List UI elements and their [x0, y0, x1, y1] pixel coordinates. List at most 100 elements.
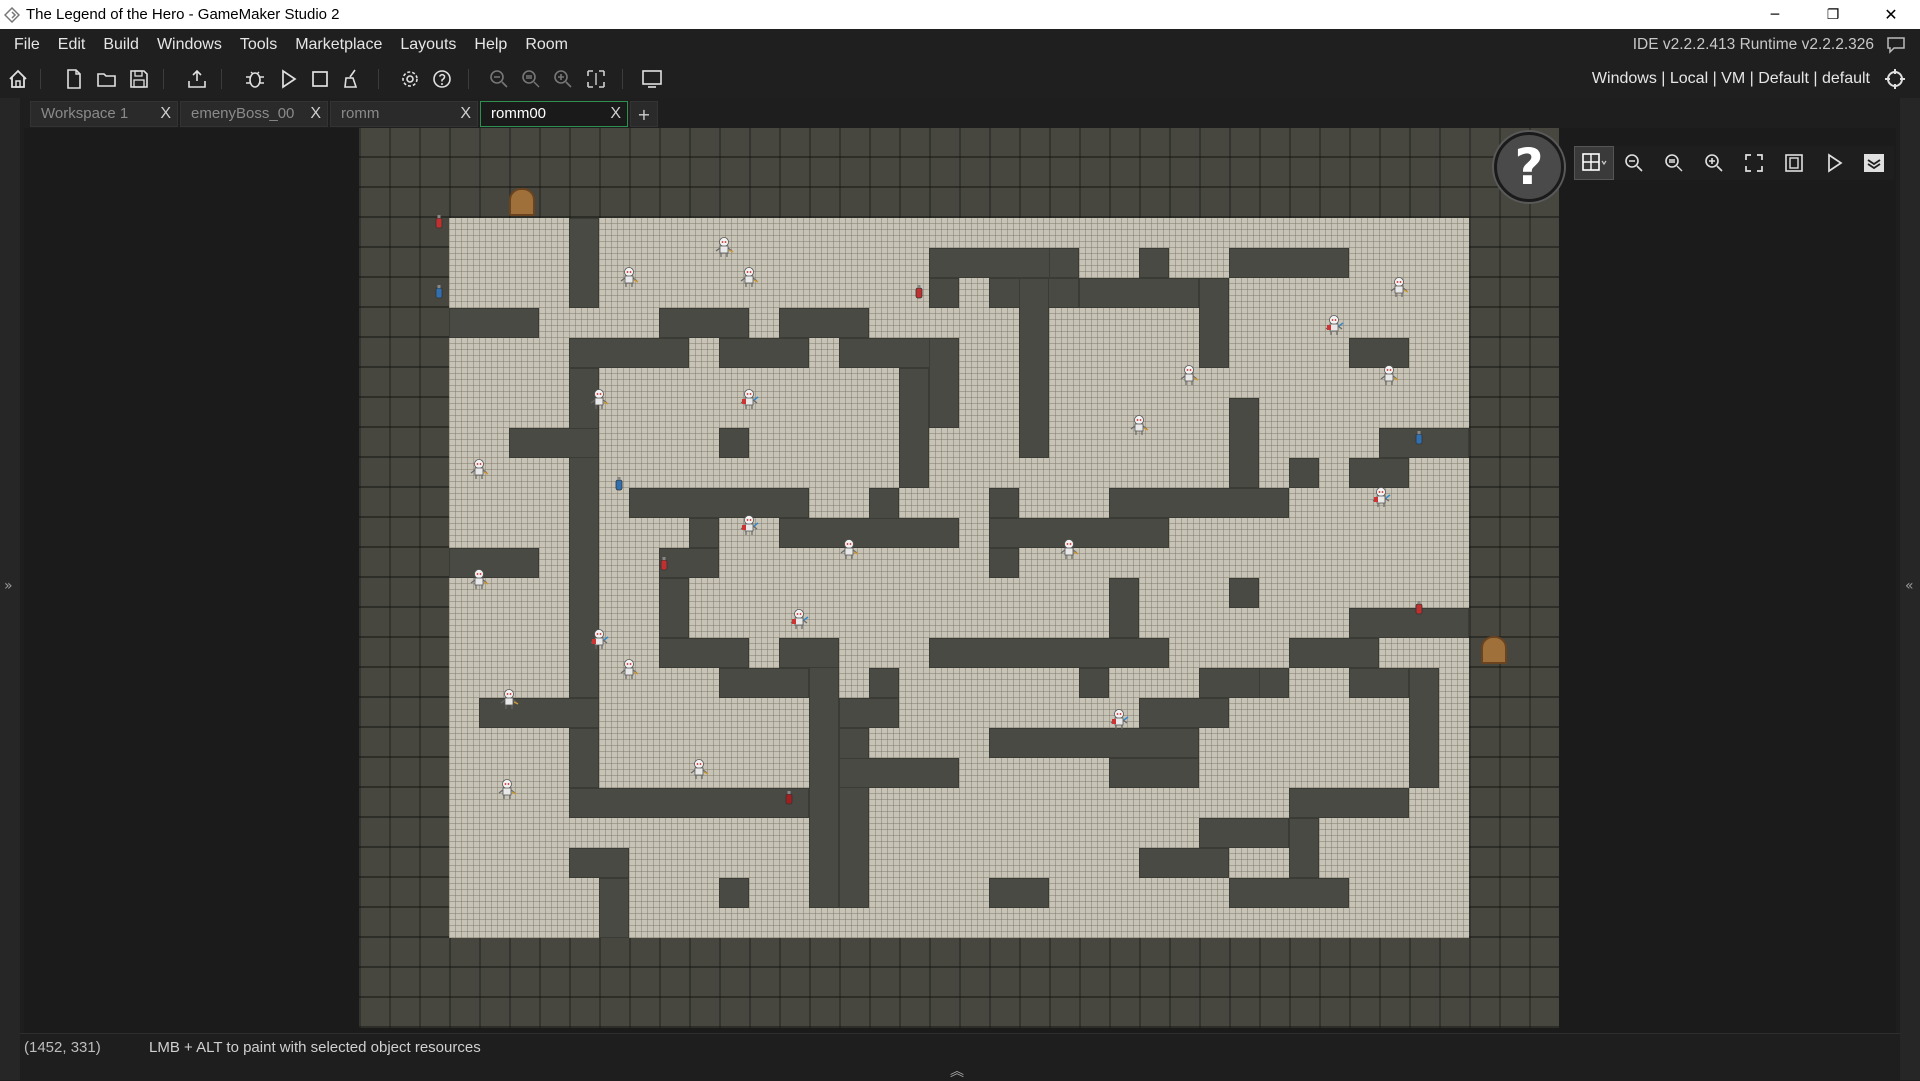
- potion-object-icon[interactable]: [1409, 598, 1429, 620]
- zoom-reset-button[interactable]: [519, 67, 543, 91]
- potion-object-icon[interactable]: [429, 282, 449, 304]
- skeleton-object-icon[interactable]: [1059, 538, 1079, 560]
- room-zoom-reset-button[interactable]: [1654, 146, 1694, 180]
- door-object[interactable]: [509, 188, 535, 216]
- menu-build[interactable]: Build: [94, 29, 148, 60]
- skeleton-object-icon[interactable]: [839, 538, 859, 560]
- fullscreen-workspace-button[interactable]: [640, 67, 664, 91]
- room-wall-tile: [989, 488, 1019, 518]
- left-dock-collapsed[interactable]: »: [0, 98, 20, 1080]
- clean-button[interactable]: [340, 67, 364, 91]
- grid-toggle-button[interactable]: [1574, 146, 1614, 180]
- target-settings-icon[interactable]: [1884, 68, 1906, 90]
- expand-output-icon[interactable]: ︽: [950, 1061, 964, 1081]
- create-executable-button[interactable]: [185, 67, 209, 91]
- room-wall-tile: [509, 428, 599, 458]
- player-object-icon[interactable]: [779, 788, 799, 810]
- skeleton-object-icon[interactable]: [689, 758, 709, 780]
- cursor-coordinates: (1452, 331): [24, 1039, 101, 1056]
- skeleton-object-icon[interactable]: [714, 236, 734, 258]
- potion-object-icon[interactable]: [909, 282, 929, 304]
- close-tab-icon[interactable]: X: [310, 102, 321, 126]
- enemy-object-icon[interactable]: [1109, 708, 1129, 730]
- room-view[interactable]: [359, 128, 1559, 1028]
- menu-layouts[interactable]: Layouts: [391, 29, 465, 60]
- stop-button[interactable]: [308, 67, 332, 91]
- enemy-object-icon[interactable]: [789, 608, 809, 630]
- skeleton-object-icon[interactable]: [497, 778, 517, 800]
- minimize-button[interactable]: ─: [1746, 0, 1804, 29]
- run-button[interactable]: [276, 67, 300, 91]
- potion-object-icon[interactable]: [429, 212, 449, 234]
- target-selector[interactable]: Windows | Local | VM | Default | default: [1592, 60, 1870, 98]
- restore-button[interactable]: ❐: [1804, 0, 1862, 29]
- skeleton-object-icon[interactable]: [1179, 364, 1199, 386]
- frame-icon: [1785, 154, 1803, 172]
- menu-windows[interactable]: Windows: [148, 29, 231, 60]
- enemy-object-icon[interactable]: [739, 388, 759, 410]
- tab-romm00[interactable]: romm00 X: [480, 101, 628, 127]
- enemy-object-icon[interactable]: [1324, 314, 1344, 336]
- enemy-object-icon[interactable]: [1371, 486, 1391, 508]
- toolbar-separator: [40, 69, 41, 89]
- save-project-button[interactable]: [127, 67, 151, 91]
- skeleton-object-icon[interactable]: [1389, 276, 1409, 298]
- tab-romm[interactable]: romm X: [330, 101, 478, 127]
- potion-object-icon[interactable]: [609, 474, 629, 496]
- skeleton-object-icon[interactable]: [619, 658, 639, 680]
- skeleton-object-icon[interactable]: [1129, 414, 1149, 436]
- tab-workspace-1[interactable]: Workspace 1 X: [30, 101, 178, 127]
- close-tab-icon[interactable]: X: [160, 102, 171, 126]
- skeleton-object-icon[interactable]: [499, 688, 519, 710]
- right-dock-collapsed[interactable]: «: [1900, 98, 1920, 1080]
- room-help-button[interactable]: ?: [1494, 132, 1564, 202]
- skeleton-object-icon[interactable]: [469, 568, 489, 590]
- open-project-button[interactable]: [95, 67, 119, 91]
- play-room-button[interactable]: [1814, 146, 1854, 180]
- door-object[interactable]: [1481, 636, 1507, 664]
- fullscreen-workspace-icon: [642, 70, 662, 88]
- help-button[interactable]: [430, 67, 454, 91]
- room-wall-tile: [1259, 668, 1289, 698]
- menu-bar: File Edit Build Windows Tools Marketplac…: [0, 29, 1920, 60]
- close-window-button[interactable]: ✕: [1862, 0, 1920, 29]
- menu-marketplace[interactable]: Marketplace: [286, 29, 391, 60]
- close-tab-icon[interactable]: X: [460, 102, 471, 126]
- chat-icon[interactable]: [1886, 36, 1906, 54]
- debug-button[interactable]: [243, 67, 267, 91]
- window-title: The Legend of the Hero - GameMaker Studi…: [26, 6, 340, 23]
- room-zoom-out-button[interactable]: [1614, 146, 1654, 180]
- layers-button[interactable]: [1854, 146, 1894, 180]
- potion-object-icon[interactable]: [1409, 428, 1429, 450]
- menu-edit[interactable]: Edit: [49, 29, 95, 60]
- room-editor-canvas[interactable]: ?: [24, 128, 1896, 1033]
- menu-tools[interactable]: Tools: [231, 29, 286, 60]
- home-button[interactable]: [6, 67, 30, 91]
- enemy-object-icon[interactable]: [589, 628, 609, 650]
- enemy-object-icon[interactable]: [739, 514, 759, 536]
- room-zoom-in-button[interactable]: [1694, 146, 1734, 180]
- zoom-out-button[interactable]: [487, 67, 511, 91]
- skeleton-object-icon[interactable]: [1379, 364, 1399, 386]
- skeleton-object-icon[interactable]: [619, 266, 639, 288]
- skeleton-object-icon[interactable]: [589, 388, 609, 410]
- fit-room-button[interactable]: [1734, 146, 1774, 180]
- skeleton-object-icon[interactable]: [469, 458, 489, 480]
- frame-button[interactable]: [1774, 146, 1814, 180]
- room-wall-tile: [989, 548, 1019, 578]
- tab-emenyboss-00[interactable]: emenyBoss_00 X: [180, 101, 328, 127]
- potion-object-icon[interactable]: [654, 554, 674, 576]
- menu-room[interactable]: Room: [516, 29, 577, 60]
- new-project-button[interactable]: [62, 67, 86, 91]
- menu-help[interactable]: Help: [465, 29, 516, 60]
- menu-file[interactable]: File: [0, 29, 49, 60]
- game-options-button[interactable]: [398, 67, 422, 91]
- room-wall-tile: [779, 518, 959, 548]
- home-icon: [9, 69, 27, 88]
- skeleton-object-icon[interactable]: [739, 266, 759, 288]
- fit-button[interactable]: [584, 67, 608, 91]
- close-tab-icon[interactable]: X: [610, 102, 621, 126]
- status-bar: (1452, 331) LMB + ALT to paint with sele…: [20, 1033, 1900, 1061]
- zoom-in-button[interactable]: [551, 67, 575, 91]
- add-workspace-button[interactable]: +: [630, 101, 658, 127]
